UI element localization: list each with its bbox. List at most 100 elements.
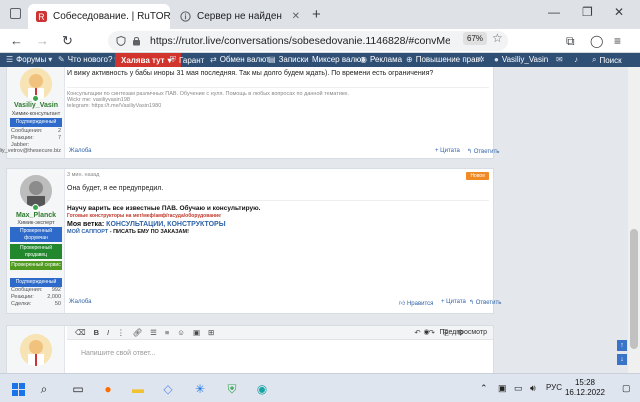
network-icon[interactable]: ▭ xyxy=(514,383,523,394)
user-jabber: vasiliy_vetrov@thesecure.biz xyxy=(0,148,61,154)
editor-user xyxy=(7,326,65,373)
close-icon[interactable]: ✕ xyxy=(286,11,300,22)
nav-forums[interactable]: ☰ Форумы ▾ xyxy=(6,55,55,64)
volume-icon[interactable]: 🔊︎ xyxy=(530,383,536,394)
preview-button[interactable]: ◉ Предпросмотр xyxy=(415,328,487,336)
new-tab-icon[interactable]: + xyxy=(312,6,321,23)
back-icon[interactable]: ← xyxy=(10,33,23,48)
bold-icon[interactable]: B xyxy=(94,328,99,337)
italic-icon[interactable]: I xyxy=(107,328,109,337)
quote-button[interactable]: + Цитата xyxy=(441,299,466,305)
tab-list-icon[interactable] xyxy=(10,8,21,19)
security-app-icon[interactable]: ⛨ xyxy=(224,381,240,397)
menu-icon[interactable]: ≡ xyxy=(614,34,621,48)
notifications-icon[interactable]: ▢ xyxy=(622,383,631,394)
nav-settings[interactable]: ✲ xyxy=(478,55,488,64)
user-badge: Подтвержденный xyxy=(10,118,62,127)
user-info: Vasiliy_Vasin Химик-консультант Подтверж… xyxy=(0,67,65,158)
avatar[interactable] xyxy=(20,175,52,207)
message-text: Она будет, я ее предупредил. xyxy=(67,185,164,192)
nav-mail[interactable]: ✉ xyxy=(556,55,566,64)
bookmark-star-icon[interactable]: ☆ xyxy=(492,31,503,45)
tab-active[interactable]: R Собеседование. | RuTOR – главный ✕ xyxy=(28,4,170,29)
extensions-icon[interactable]: ⧉ xyxy=(566,34,575,49)
zoom-indicator[interactable]: 67% xyxy=(463,32,488,45)
tab-title: Собеседование. | RuTOR – главный xyxy=(53,11,170,22)
nav-search[interactable]: ⌕ Поиск xyxy=(592,55,622,65)
branch-link[interactable]: КОНСУЛЬТАЦИИ, КОНСТРУКТОРЫ xyxy=(106,221,225,228)
app-icon[interactable]: ◇ xyxy=(160,381,176,397)
message-text: И вижу активность у бабы иноры 31 мая по… xyxy=(67,70,434,77)
insert-icon[interactable]: ⊞ xyxy=(208,328,214,337)
link-icon[interactable]: 🔗︎ xyxy=(133,328,143,337)
nav-alerts[interactable]: ♪ xyxy=(574,55,581,64)
like-button[interactable]: 👍︎ Нравится xyxy=(399,299,433,307)
forward-icon[interactable]: → xyxy=(36,33,49,48)
support-link[interactable]: МОЙ САППОРТ xyxy=(67,229,108,235)
scrollbar-thumb[interactable] xyxy=(630,229,638,349)
scroll-down-button[interactable]: ↓ xyxy=(617,354,627,365)
page-scrollbar[interactable] xyxy=(628,67,640,373)
address-bar[interactable]: https://rutor.live/conversations/sobesed… xyxy=(108,31,508,51)
nav-notes[interactable]: ▤ Записки xyxy=(268,55,309,64)
signature: Научу варить все известные ПАВ. Обучаю и… xyxy=(67,200,489,235)
forum-nav: ☰Форумы▾ ✎Что нового?▾ Халява тут▾ ⛨Гара… xyxy=(0,53,640,67)
clock[interactable]: 15:28 16.12.2022 xyxy=(560,378,610,398)
user-badge: Проверенный сервис xyxy=(10,261,62,270)
browser-tabstrip: R Собеседование. | RuTOR – главный ✕ Сер… xyxy=(0,0,640,29)
maximize-icon[interactable]: ❐ xyxy=(582,5,593,19)
user-stat: Сообщения: 2 xyxy=(11,128,61,134)
username[interactable]: Vasiliy_Vasin xyxy=(7,102,65,109)
search-icon[interactable]: ⌕ xyxy=(36,381,52,397)
list-icon[interactable]: ☰ xyxy=(150,328,157,337)
url-text: https://rutor.live/conversations/sobesed… xyxy=(150,35,450,47)
username[interactable]: Max_Planck xyxy=(7,212,65,219)
reply-button[interactable]: ↰ Ответить xyxy=(469,299,501,306)
comment-icon: ✎ xyxy=(58,55,65,64)
nav-ads[interactable]: ◉ Реклама xyxy=(360,55,402,64)
file-explorer-icon[interactable]: ▬ xyxy=(130,381,146,397)
user-avatar-icon xyxy=(20,334,52,366)
nav-rank-up[interactable]: ⊕ Повышение прав xyxy=(406,55,480,64)
nav-mixer[interactable]: Миксер валют xyxy=(312,55,365,64)
envelope-icon: ✉ xyxy=(556,55,563,64)
tab-inactive[interactable]: Сервер не найден ✕ xyxy=(172,4,308,29)
nav-guarantor[interactable]: ⛨ Гарант xyxy=(170,55,204,65)
more-format-icon[interactable]: ⋮ xyxy=(117,328,125,337)
shield-icon: ⛨ xyxy=(170,55,176,64)
tray-app-icon[interactable]: ▣ xyxy=(498,383,507,394)
image-icon[interactable]: ▣ xyxy=(193,328,200,337)
firefox-icon[interactable]: ● xyxy=(100,381,116,397)
megaphone-icon: ◉ xyxy=(360,55,367,64)
notes-icon: ▤ xyxy=(268,55,276,64)
minimize-icon[interactable]: — xyxy=(548,5,560,19)
align-icon[interactable]: ≡ xyxy=(165,328,169,337)
browser-app-icon[interactable]: ◉ xyxy=(254,381,270,397)
report-link[interactable]: Жалоба xyxy=(69,299,92,305)
emoji-icon[interactable]: ☺ xyxy=(177,328,185,337)
nav-exchange[interactable]: ⇄ Обмен валют xyxy=(210,55,270,64)
reply-textarea[interactable]: Напишите свой ответ... xyxy=(81,350,156,357)
page-content: Vasiliy_Vasin Химик-консультант Подтверж… xyxy=(0,67,628,373)
user-stat: Сделки: 50 xyxy=(11,301,61,307)
account-icon[interactable]: ◯ xyxy=(590,34,603,48)
user-info: Max_Planck Химик-эксперт Проверенный фор… xyxy=(7,169,65,313)
report-link[interactable]: Жалоба xyxy=(69,148,92,154)
quote-button[interactable]: + Цитата xyxy=(435,148,460,154)
nav-whats-new[interactable]: ✎Что нового?▾ xyxy=(58,55,121,64)
new-badge: Новое xyxy=(466,172,489,180)
scroll-up-button[interactable]: ↑ xyxy=(617,340,627,351)
lock-icon xyxy=(133,37,140,46)
os-taskbar: ⌕ ▭ ● ▬ ◇ ✳ ⛨ ◉ ⌃ ▣ ▭ 🔊︎ РУС 15:28 16.12… xyxy=(0,373,640,402)
eraser-icon[interactable]: ⌫ xyxy=(75,328,86,337)
tray-expand-icon[interactable]: ⌃ xyxy=(480,383,488,394)
reply-button[interactable]: ↰ Ответить xyxy=(467,148,499,155)
task-view-icon[interactable]: ▭ xyxy=(70,381,86,397)
network-app-icon[interactable]: ✳ xyxy=(192,381,208,397)
reload-icon[interactable]: ↻ xyxy=(62,33,73,49)
nav-user[interactable]: ● Vasiliy_Vasin xyxy=(494,55,548,64)
message-post: Max_Planck Химик-эксперт Проверенный фор… xyxy=(6,168,501,314)
window-close-icon[interactable]: ✕ xyxy=(614,5,624,19)
telegram-link[interactable]: telegram: https://t.me/VasiliyVasin1980 xyxy=(67,103,489,109)
windows-start-icon[interactable] xyxy=(10,381,26,397)
